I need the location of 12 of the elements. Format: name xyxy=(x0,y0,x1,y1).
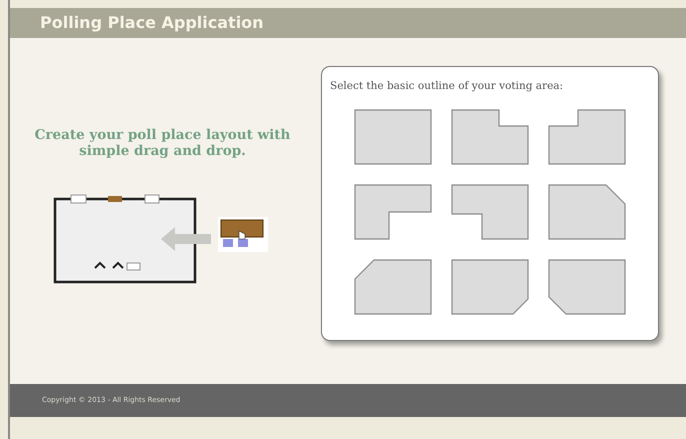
panel-prompt: Select the basic outline of your voting area: xyxy=(330,79,564,94)
outline-shape[interactable] xyxy=(451,258,529,315)
outline-shape[interactable] xyxy=(451,184,529,240)
outline-shape[interactable] xyxy=(548,258,626,315)
outline-shape[interactable] xyxy=(548,184,626,240)
app-title: Polling Place Application xyxy=(40,12,264,34)
outline-shape[interactable] xyxy=(354,258,432,315)
outline-shape[interactable] xyxy=(451,108,529,165)
outline-shape[interactable] xyxy=(354,184,432,240)
outline-shape[interactable] xyxy=(354,108,432,165)
outline-shape[interactable] xyxy=(548,108,626,165)
intro-heading: Create your poll place layout with simple drag and drop. xyxy=(34,128,292,160)
